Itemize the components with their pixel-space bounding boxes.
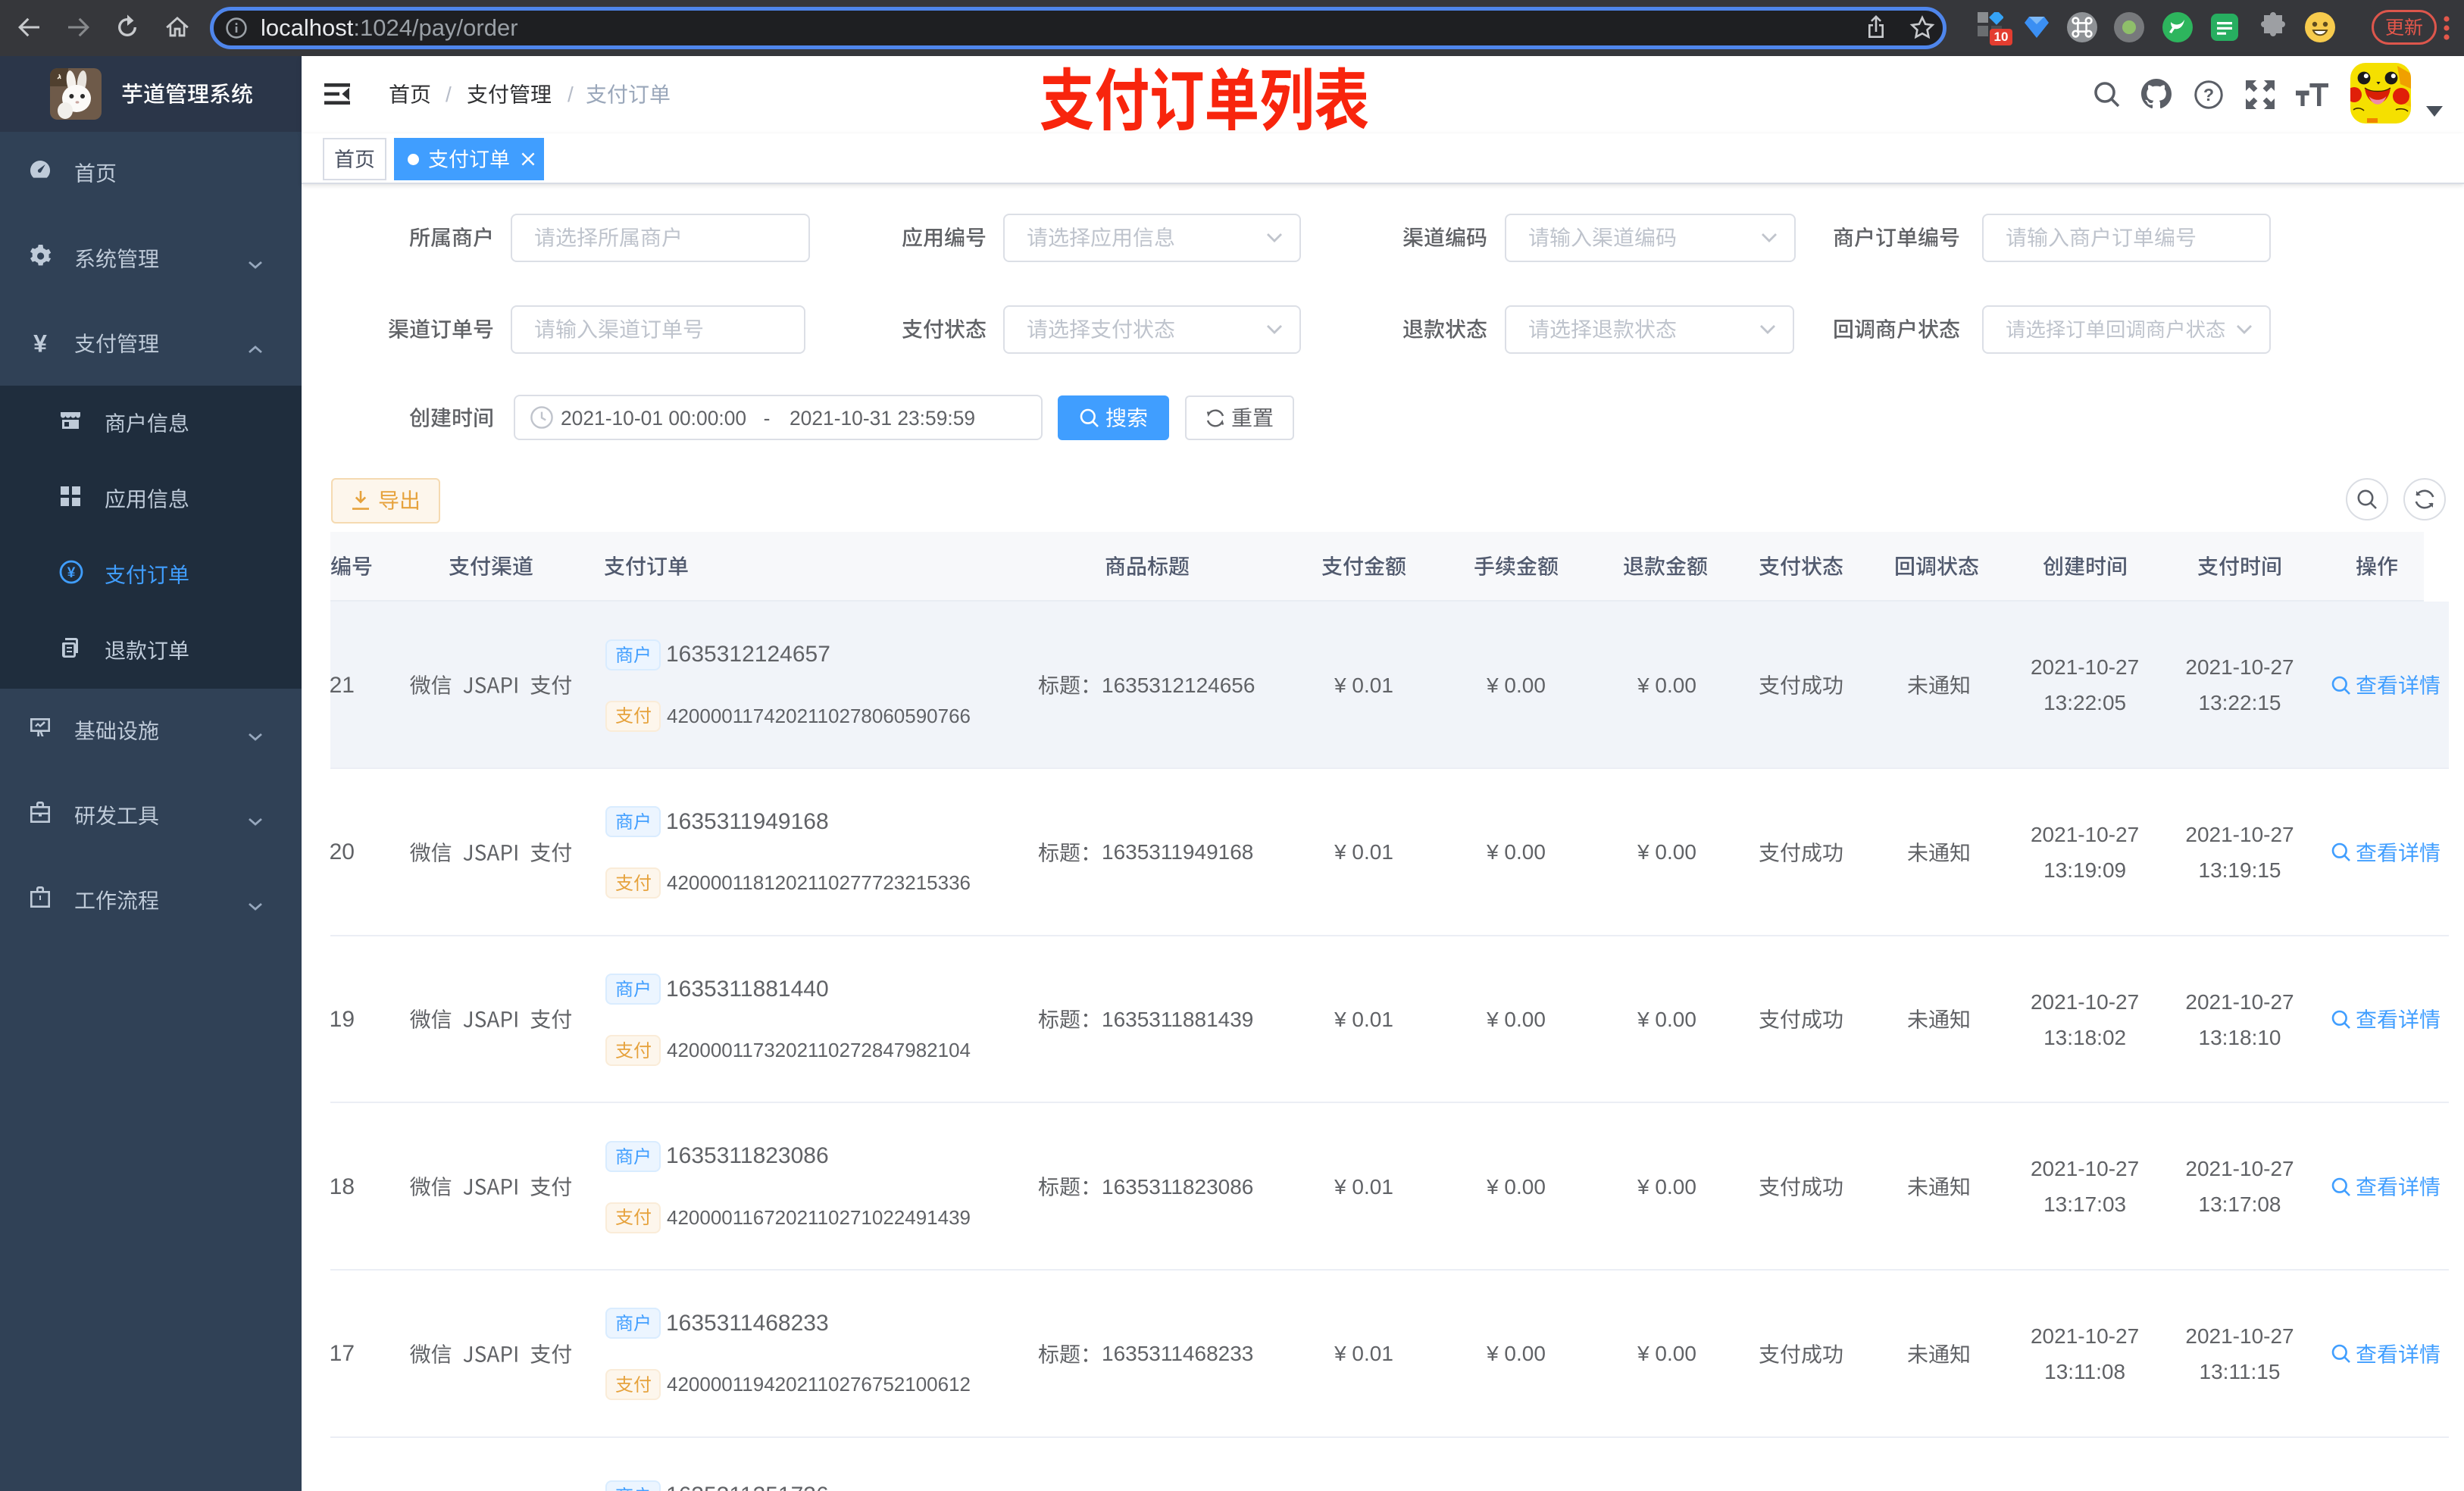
svg-text:¥: ¥ xyxy=(67,565,76,581)
svg-text:?: ? xyxy=(2203,85,2214,105)
